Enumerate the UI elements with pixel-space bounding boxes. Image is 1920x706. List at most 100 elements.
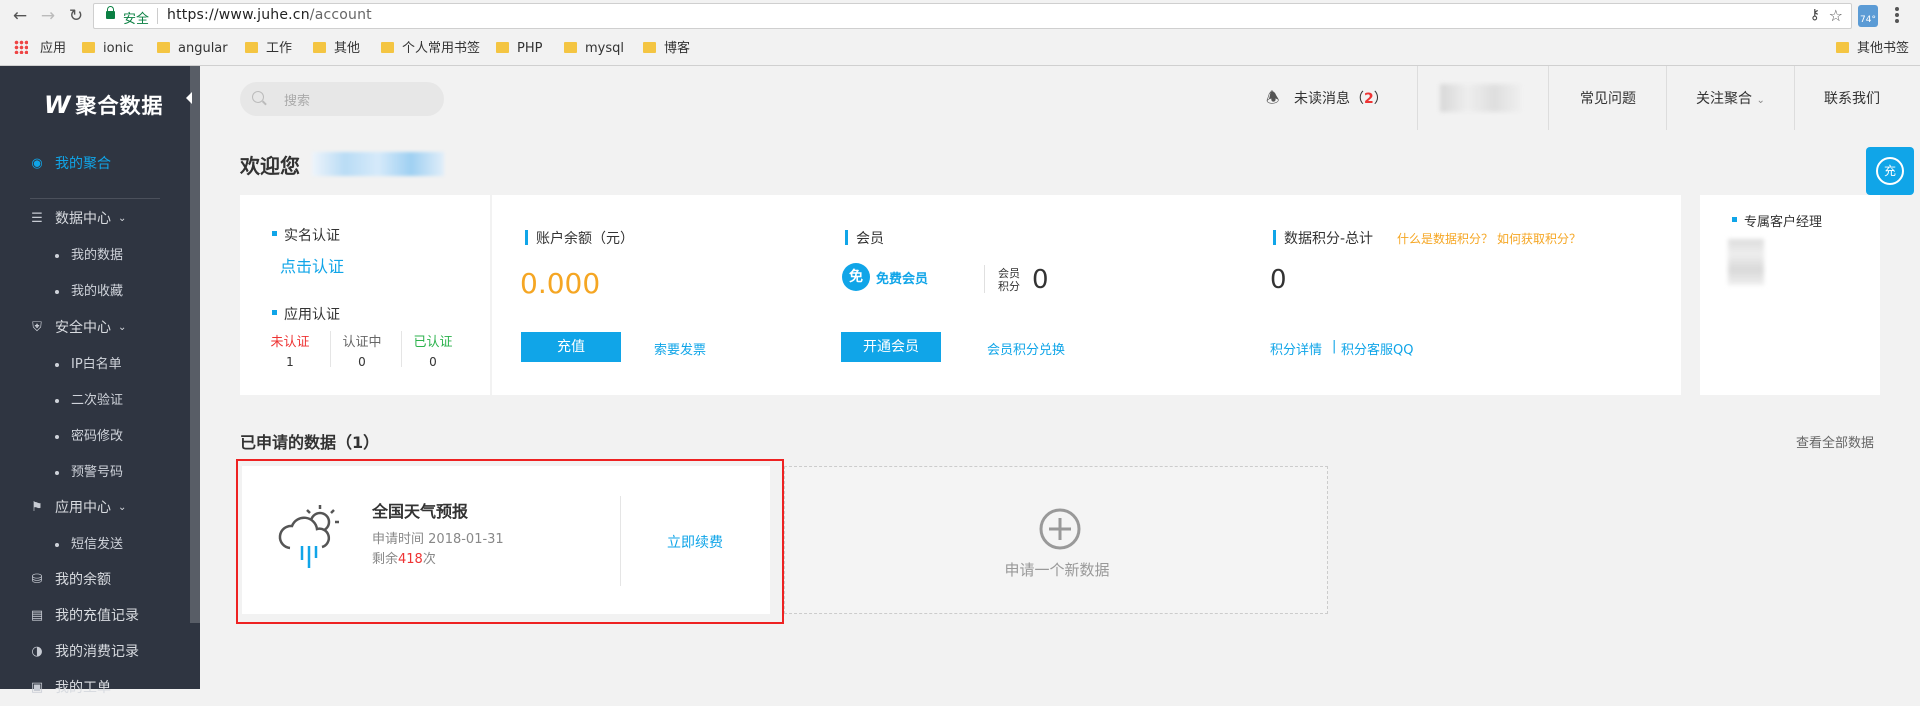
shield-icon: ⛨ [32,320,42,335]
bookmark-mysql[interactable]: mysql [564,40,624,58]
user-avatar[interactable] [1440,84,1522,112]
sidebar-item-recharge-records[interactable]: ▤ 我的充值记录 [0,598,190,634]
username-blurred [312,152,444,176]
folder-icon [157,42,170,53]
bookmark-ionic[interactable]: ionic [82,40,134,58]
folder-icon [313,42,326,53]
bookmark-work[interactable]: 工作 [245,40,292,58]
extension-weather-icon[interactable]: 74° [1858,5,1878,27]
apply-new-label: 申请一个新数据 [1004,561,1110,579]
bookmarks-bar: 应用 ionic angular 工作 其他 个人常用书签 PHP mysql … [0,34,1920,64]
realname-title: 实名认证 [272,225,340,245]
applied-data-title: 已申请的数据（1） [240,433,380,452]
points-qq-link[interactable]: 积分客服QQ [1341,339,1413,358]
bookmark-personal[interactable]: 个人常用书签 [381,40,480,58]
how-to-get-points-link[interactable]: 如何获取积分？ [1497,230,1581,247]
sidebar-item-app-center[interactable]: ⚑ 应用中心 ⌄ [0,490,190,526]
sidebar-subitem-two-factor[interactable]: 二次验证 [0,386,190,416]
nav-contact[interactable]: 联系我们 [1824,88,1880,108]
folder-icon [564,42,577,53]
bookmark-other-folder[interactable]: 其他书签 [1836,40,1909,58]
unread-count: 2 [1364,91,1374,107]
member-points-value: 0 [1032,265,1049,295]
sidebar-item-my-juhe[interactable]: ◉ 我的聚合 [0,146,190,182]
sidebar-item-my-balance[interactable]: ⛁ 我的余额 [0,562,190,598]
flag-icon: ⚑ [31,500,43,515]
balance-value: 0.000 [520,267,601,300]
secure-label: 安全 [123,12,150,27]
apps-grid-icon [14,40,28,54]
reload-icon[interactable]: ↻ [64,4,88,28]
nav-follow[interactable]: 关注聚合 ⌄ [1696,88,1765,108]
manager-title: 专属客户经理 [1731,211,1822,230]
apply-date: 申请时间 2018-01-31 [372,532,504,547]
manager-avatar [1728,239,1764,285]
balance-title: 账户余额（元） [525,228,634,248]
search-icon [252,91,264,103]
sidebar-subitem-ip-whitelist[interactable]: IP白名单 [0,350,190,380]
bookmark-star-icon[interactable]: ☆ [1829,6,1843,25]
url-path: /account [309,7,372,23]
chevron-down-icon: ⌄ [118,213,127,224]
sidebar-item-my-tickets[interactable]: ▣ 我的工单 [0,670,190,706]
lock-icon [106,6,115,19]
unread-messages[interactable]: 未读消息（2） [1294,88,1388,108]
back-icon[interactable]: ← [8,4,32,28]
sidebar-subitem-my-favorites[interactable]: 我的收藏 [0,277,190,307]
bookmark-apps[interactable]: 应用 [14,40,66,58]
invoice-link[interactable]: 索要发票 [654,339,706,358]
logo[interactable]: W 聚合数据 [44,90,163,120]
remaining-count: 剩余418次 [372,552,436,567]
nav-faq[interactable]: 常见问题 [1580,88,1636,108]
collapse-caret-icon[interactable] [186,92,192,104]
url-host: https://www.juhe.cn [167,7,310,23]
apply-new-data-card[interactable]: 申请一个新数据 [784,466,1328,614]
renew-link[interactable]: 立即续费 [667,532,723,552]
browser-menu-icon[interactable] [1895,7,1899,23]
member-title: 会员 [845,228,884,248]
what-is-points-link[interactable]: 什么是数据积分？ [1397,230,1493,247]
points-detail-link[interactable]: 积分详情 [1270,339,1322,358]
recharge-button[interactable]: 充值 [521,332,621,362]
folder-icon [245,42,258,53]
sidebar-item-data-center[interactable]: ☰ 数据中心 ⌄ [0,201,190,237]
forward-icon[interactable]: → [36,4,60,28]
key-icon[interactable]: ⚷ [1810,7,1820,23]
address-row: ← → ↻ 安全 https://www.juhe.cn/account ⚷ ☆… [0,0,1920,32]
floating-recharge-badge[interactable]: 充 [1866,147,1914,195]
bookmark-blog[interactable]: 博客 [643,40,690,58]
chevron-down-icon: ⌄ [118,322,127,333]
browser-chrome: ← → ↻ 安全 https://www.juhe.cn/account ⚷ ☆… [0,0,1920,66]
open-member-button[interactable]: 开通会员 [841,332,941,362]
sidebar-subitem-my-data[interactable]: 我的数据 [0,241,190,271]
auth-card: 实名认证 点击认证 应用认证 未认证 1 认证中 0 已认证 0 [240,195,490,395]
member-badge-icon: 免 [842,263,870,291]
search-input[interactable]: 搜索 [240,82,444,116]
chevron-down-icon: ⌄ [118,502,127,513]
url-text[interactable]: https://www.juhe.cn/account [167,7,372,23]
sidebar-subitem-alert-number[interactable]: 预警号码 [0,458,190,488]
sidebar-item-security-center[interactable]: ⛨ 安全中心 ⌄ [0,310,190,346]
sidebar-item-consumption-records[interactable]: ◑ 我的消费记录 [0,634,190,670]
bookmark-php[interactable]: PHP [496,40,542,58]
realname-link[interactable]: 点击认证 [280,253,344,277]
weather-cloud-rain-icon [278,505,339,568]
sidebar-scrollbar[interactable] [190,66,200,623]
member-points-label: 会员 积分 [998,267,1020,293]
data-name: 全国天气预报 [372,502,469,521]
bell-icon[interactable]: 🕭 [1266,88,1282,107]
sidebar-subitem-change-password[interactable]: 密码修改 [0,422,190,452]
top-nav: 🕭 未读消息（2） 常见问题 关注聚合 ⌄ 联系我们 [1240,66,1920,130]
bookmark-other[interactable]: 其他 [313,40,360,58]
sidebar-subitem-sms-send[interactable]: 短信发送 [0,530,190,560]
view-all-data-link[interactable]: 查看全部数据 [1796,432,1874,451]
status-verifying: 认证中 0 [342,335,382,369]
recharge-bag-icon: 充 [1876,157,1904,185]
points-exchange-link[interactable]: 会员积分兑换 [987,339,1065,358]
address-bar[interactable]: 安全 https://www.juhe.cn/account ⚷ ☆ [93,3,1852,29]
applied-count: 1 [352,433,364,452]
data-points-value: 0 [1270,265,1287,295]
welcome-title: 欢迎您 [240,154,300,178]
data-card-weather[interactable]: 全国天气预报 申请时间 2018-01-31 剩余418次 立即续费 [242,466,770,614]
bookmark-angular[interactable]: angular [157,40,228,58]
